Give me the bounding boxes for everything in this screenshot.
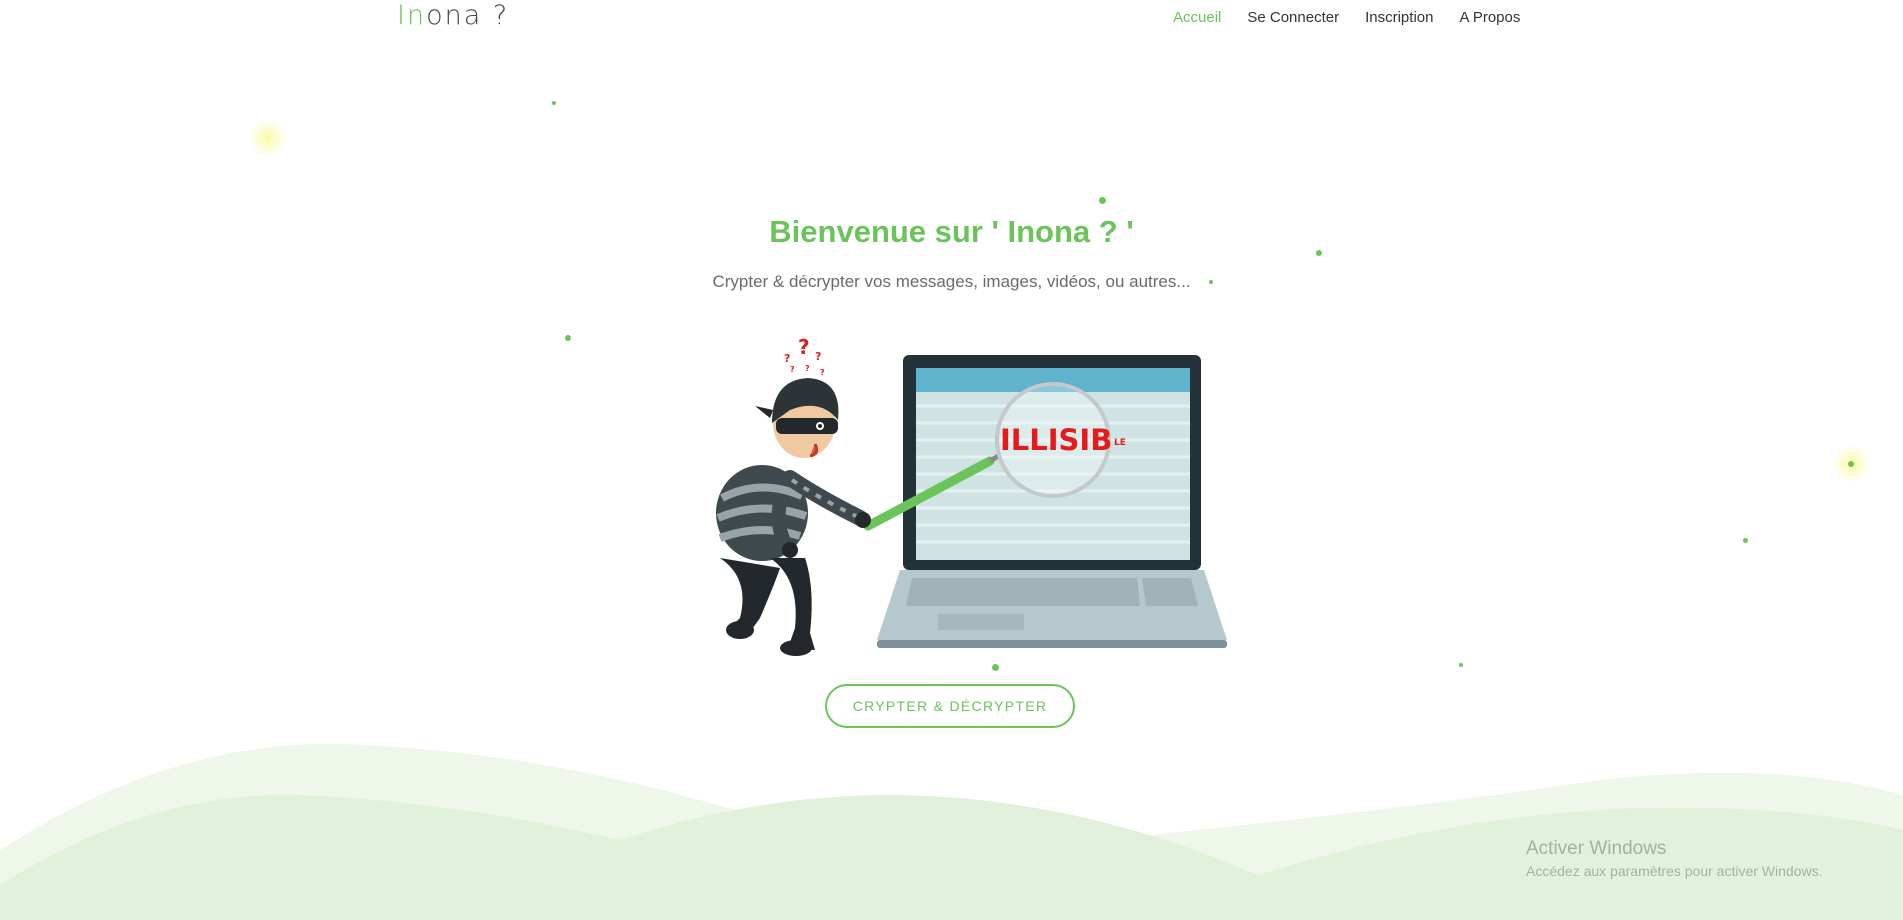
watermark-title: Activer Windows xyxy=(1526,838,1667,859)
brand-rest: ona ? xyxy=(426,0,510,31)
svg-text:?: ? xyxy=(798,335,810,359)
brand-logo[interactable]: Inona ? xyxy=(397,0,509,32)
svg-text:?: ? xyxy=(805,364,810,373)
glow-particle xyxy=(248,118,288,158)
svg-text:?: ? xyxy=(790,365,795,374)
thief-laptop-illustration: ILLISIB LE ? ? ? ? ? ? xyxy=(716,335,1227,656)
background-waves xyxy=(0,743,1903,920)
particle-dot xyxy=(1099,197,1106,204)
hero-subtitle: Crypter & décrypter vos messages, images… xyxy=(712,272,1191,291)
particle-dot xyxy=(1848,461,1854,467)
particle-dot xyxy=(1459,663,1463,667)
nav-item-inscription[interactable]: Inscription xyxy=(1352,9,1446,27)
particle-dot xyxy=(552,101,556,105)
svg-text:?: ? xyxy=(784,352,790,365)
thief-figure xyxy=(716,378,871,656)
particle-dot xyxy=(1743,538,1748,543)
trailing-text: LE xyxy=(1114,438,1126,448)
navbar: Inona ? Accueil Se Connecter Inscription… xyxy=(0,0,1903,40)
windows-activation-watermark: Activer Windows Accédez aux paramètres p… xyxy=(1526,838,1822,880)
nav-item-se-connecter[interactable]: Se Connecter xyxy=(1234,9,1352,27)
nav-item-a-propos[interactable]: A Propos xyxy=(1446,9,1533,27)
particle-dot xyxy=(992,664,999,671)
nav-item-accueil[interactable]: Accueil xyxy=(1160,9,1234,27)
magnified-text: ILLISIB xyxy=(1000,423,1112,457)
watermark-subtitle: Accédez aux paramètres pour activer Wind… xyxy=(1526,863,1823,879)
particle-dot xyxy=(1316,250,1322,256)
svg-text:?: ? xyxy=(820,368,825,377)
brand-accent: In xyxy=(397,0,427,31)
hero-title: Bienvenue sur ' Inona ? ' xyxy=(769,214,1134,249)
svg-text:?: ? xyxy=(815,350,821,363)
nav-menu: Accueil Se Connecter Inscription A Propo… xyxy=(1160,9,1533,27)
particle-dot xyxy=(565,335,571,341)
